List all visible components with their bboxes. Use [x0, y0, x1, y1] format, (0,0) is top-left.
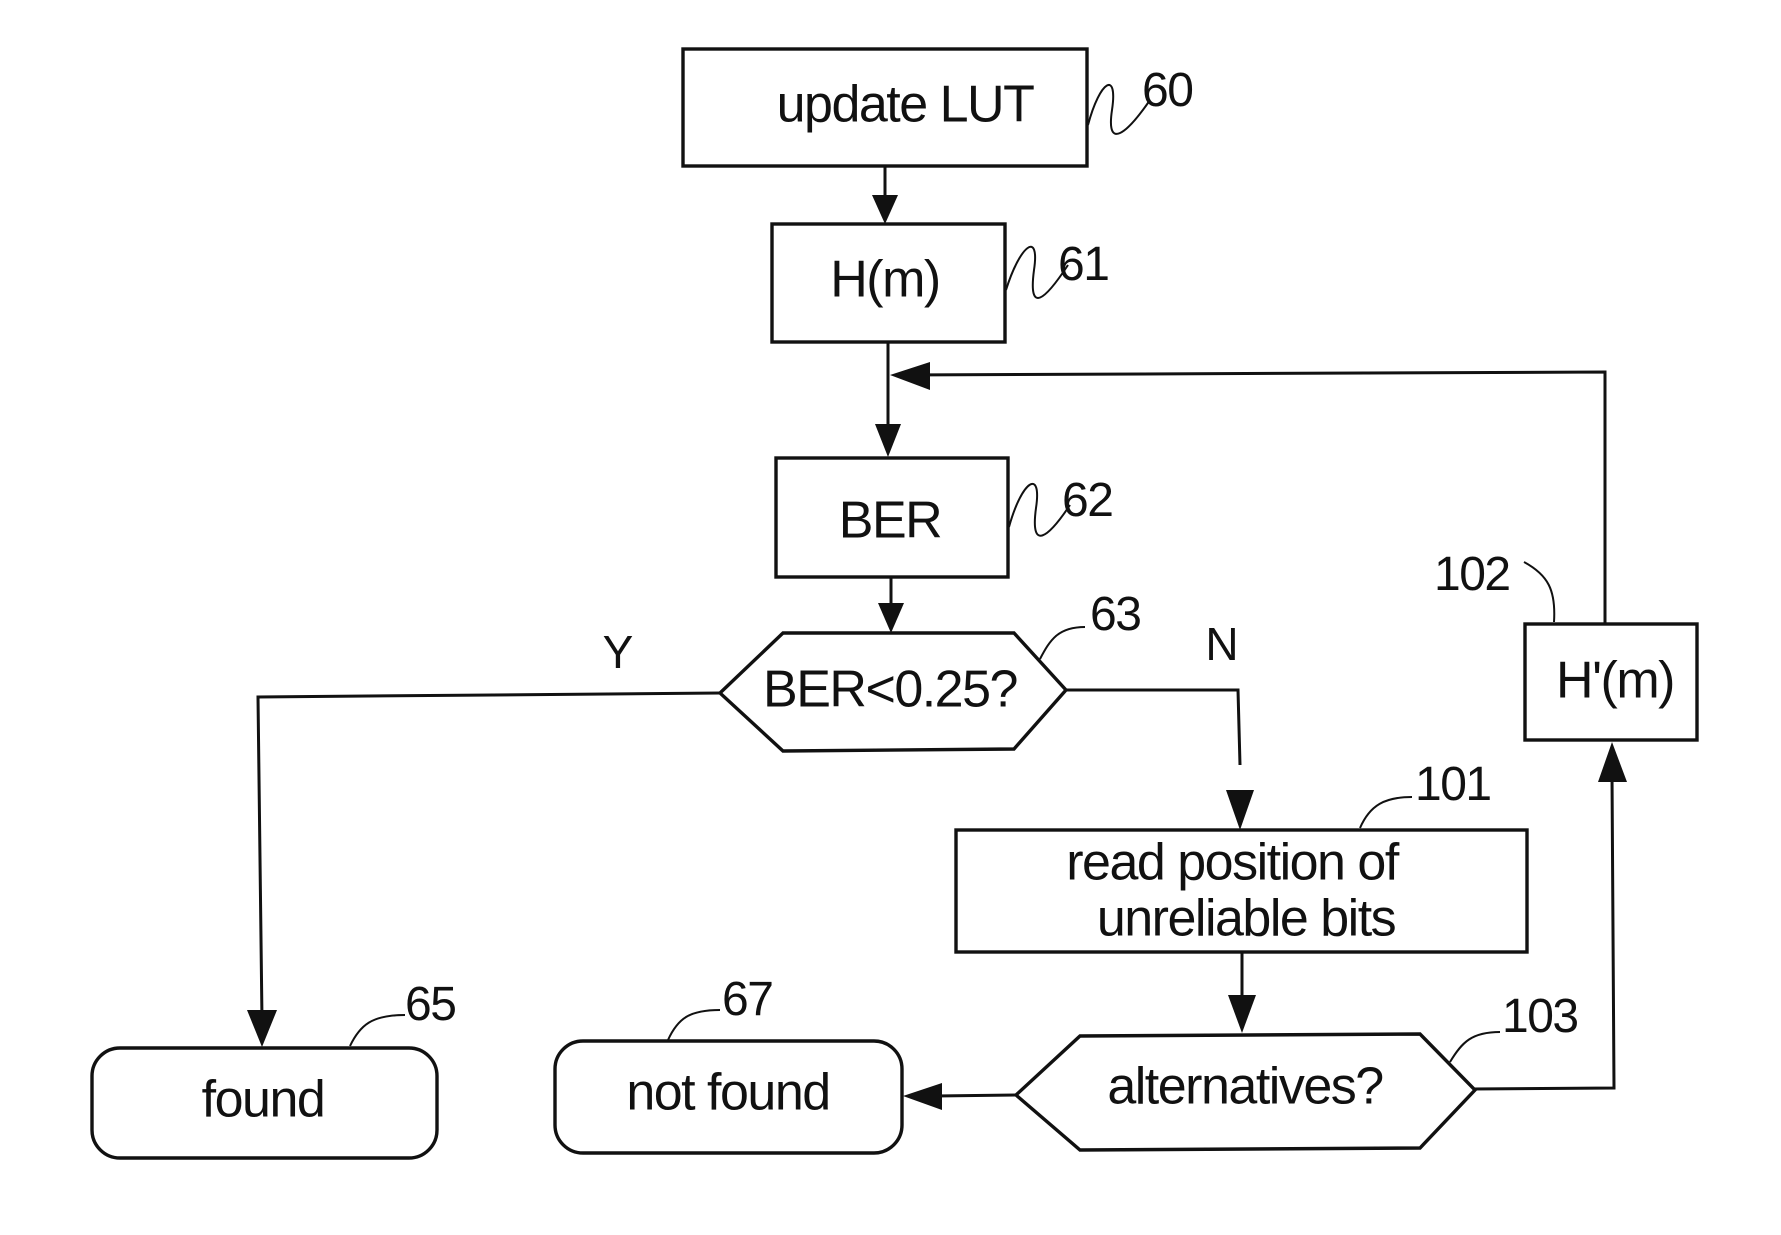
branch-label-no: N [1205, 618, 1238, 670]
ref-102: 102 [1434, 548, 1510, 601]
node-ber-label: BER [839, 492, 941, 550]
ref-63: 63 [1090, 588, 1140, 641]
leader-103 [1449, 1031, 1501, 1063]
edge-decision-yes-to-found [256, 691, 722, 1021]
leader-102 [1523, 561, 1556, 623]
edge-decision-no-to-read [1063, 688, 1242, 766]
node-read-positions-line2: unreliable bits [1097, 890, 1396, 948]
ref-61: 61 [1058, 238, 1108, 291]
edge-alternatives-to-not-found [934, 1093, 1017, 1098]
arrowhead-read [1226, 790, 1254, 830]
leader-67 [667, 1009, 721, 1041]
node-ber-decision-label: BER<0.25? [763, 661, 1017, 719]
node-not-found-label: not found [626, 1064, 829, 1122]
node-alternatives-label: alternatives? [1107, 1058, 1382, 1116]
arrowhead-hprime [1598, 742, 1627, 782]
flowchart: update LUT 60 H(m) 61 BER 62 BER<0.25? 6… [90, 47, 1699, 1160]
leader-62 [1008, 483, 1071, 537]
node-read-positions-line1: read position of [1066, 834, 1400, 892]
ref-101: 101 [1415, 758, 1491, 811]
ref-60: 60 [1142, 64, 1192, 117]
arrowhead-ber [875, 424, 901, 457]
arrowhead-not-found [903, 1083, 942, 1110]
ref-103: 103 [1502, 990, 1578, 1043]
leader-63 [1039, 626, 1086, 660]
ref-65: 65 [405, 978, 455, 1031]
node-update-lut-label: update LUT [777, 76, 1034, 134]
ref-62: 62 [1062, 474, 1112, 527]
arrowhead-found [247, 1010, 277, 1047]
node-h-prime-m-label: H'(m) [1556, 652, 1674, 710]
ref-67: 67 [722, 973, 772, 1026]
leader-101 [1359, 796, 1413, 829]
arrowhead-alternatives [1228, 995, 1256, 1033]
arrowhead-decision [878, 603, 904, 633]
arrowhead-feedback [890, 362, 930, 390]
leader-60 [1087, 84, 1151, 135]
arrowhead-hm [872, 195, 898, 224]
leader-65 [349, 1014, 406, 1047]
node-found-label: found [202, 1071, 325, 1129]
branch-label-yes: Y [603, 626, 634, 678]
node-h-m-label: H(m) [830, 251, 940, 309]
